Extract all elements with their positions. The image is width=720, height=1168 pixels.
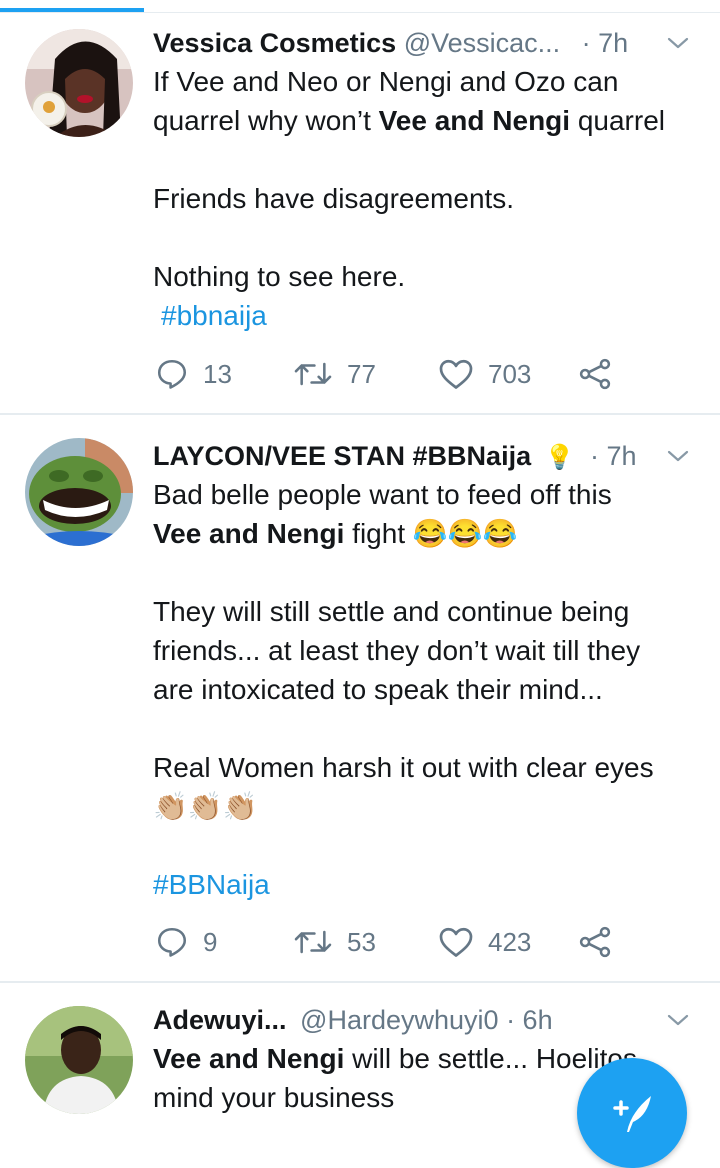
tweet-text-line: If Vee and Neo or Nengi and Ozo can [153, 66, 619, 97]
retweet-button[interactable]: 77 [293, 354, 376, 394]
clap-emojis: 👏🏼👏🏼👏🏼 [153, 791, 258, 822]
bold-text-span: Vee and Nengi [153, 518, 345, 549]
avatar[interactable] [25, 1006, 133, 1114]
user-handle[interactable]: @Vessicac... [404, 28, 560, 58]
lightbulb-emoji: 💡 [544, 444, 575, 471]
compose-tweet-button[interactable] [577, 1058, 687, 1168]
tweet-text-line: Nothing to see here. [153, 261, 406, 292]
compose-tweet-icon [613, 1096, 651, 1132]
share-button[interactable] [578, 922, 612, 962]
tweet-text-line: They will still settle and continue bein… [153, 596, 630, 627]
like-count: 703 [488, 358, 532, 389]
text-span: quarrel why won’t [153, 105, 379, 136]
avatar[interactable] [25, 438, 133, 546]
bold-text-span: Vee and Nengi [153, 1043, 345, 1074]
reply-icon [157, 359, 187, 389]
retweet-button[interactable]: 53 [293, 922, 376, 962]
timestamp[interactable]: · 6h [506, 1005, 553, 1035]
text-span: quarrel [570, 105, 665, 136]
text-span: fight 😂😂😂 [344, 518, 518, 549]
tweet-2[interactable]: LAYCON/VEE STAN #BBNaija 💡 · 7h Bad bell… [0, 414, 720, 982]
tweet-header: Adewuyi... @Hardeywhuyi0 · 6h [153, 1002, 720, 1038]
tweet-text: If Vee and Neo or Nengi and Ozo can quar… [153, 62, 698, 335]
tweet-text-line: Real Women harsh it out with clear eyes [153, 752, 654, 783]
tweet-text-line: Friends have disagreements. [153, 183, 515, 214]
retweet-count: 53 [347, 926, 376, 957]
display-name[interactable]: Adewuyi... [153, 1005, 287, 1035]
heart-icon [439, 359, 473, 389]
like-count: 423 [488, 926, 532, 957]
bold-text-span: Vee and Nengi [378, 105, 571, 136]
like-button[interactable]: 423 [438, 922, 531, 962]
chevron-down-icon[interactable] [666, 31, 690, 55]
text-span: will be settle... Hoelitos [344, 1043, 637, 1074]
display-name[interactable]: LAYCON/VEE STAN #BBNaija [153, 441, 531, 471]
user-handle[interactable]: @Hardeywhuyi0 [300, 1005, 499, 1035]
timestamp[interactable]: · 7h [582, 28, 629, 58]
share-icon [579, 926, 611, 958]
avatar[interactable] [25, 29, 133, 137]
tweet-text-line: friends... at least they don’t wait till… [153, 635, 641, 666]
display-name[interactable]: Vessica Cosmetics [153, 28, 396, 58]
hashtag-link[interactable]: #BBNaija [153, 865, 698, 904]
reply-icon [157, 927, 187, 957]
tweet-text-line: Vee and Nengi fight 😂😂😂 [153, 514, 698, 553]
reply-button[interactable]: 9 [155, 922, 217, 962]
tweet-text-line: are intoxicated to speak their mind... [153, 674, 603, 705]
share-icon [579, 358, 611, 390]
share-button[interactable] [578, 354, 612, 394]
heart-icon [439, 927, 473, 957]
chevron-down-icon[interactable] [666, 1008, 690, 1032]
reply-count: 9 [203, 926, 218, 957]
tweet-text-line: quarrel why won’t Vee and Nengi quarrel [153, 101, 698, 140]
retweet-icon [294, 362, 332, 386]
like-button[interactable]: 703 [438, 354, 531, 394]
tweet-text: Bad belle people want to feed off this V… [153, 475, 698, 904]
tweet-text-line: Bad belle people want to feed off this [153, 479, 612, 510]
hashtag-link[interactable]: #bbnaija [161, 296, 698, 335]
tweet-header: LAYCON/VEE STAN #BBNaija 💡 · 7h [153, 438, 720, 474]
retweet-count: 77 [347, 358, 376, 389]
retweet-icon [294, 930, 332, 954]
chevron-down-icon[interactable] [666, 444, 690, 468]
tweet-header: Vessica Cosmetics @Vessicac... · 7h [153, 25, 720, 61]
reply-count: 13 [203, 358, 232, 389]
tweet-1[interactable]: Vessica Cosmetics @Vessicac... · 7h If V… [0, 0, 720, 414]
reply-button[interactable]: 13 [155, 354, 232, 394]
timestamp[interactable]: · 7h [590, 441, 637, 471]
